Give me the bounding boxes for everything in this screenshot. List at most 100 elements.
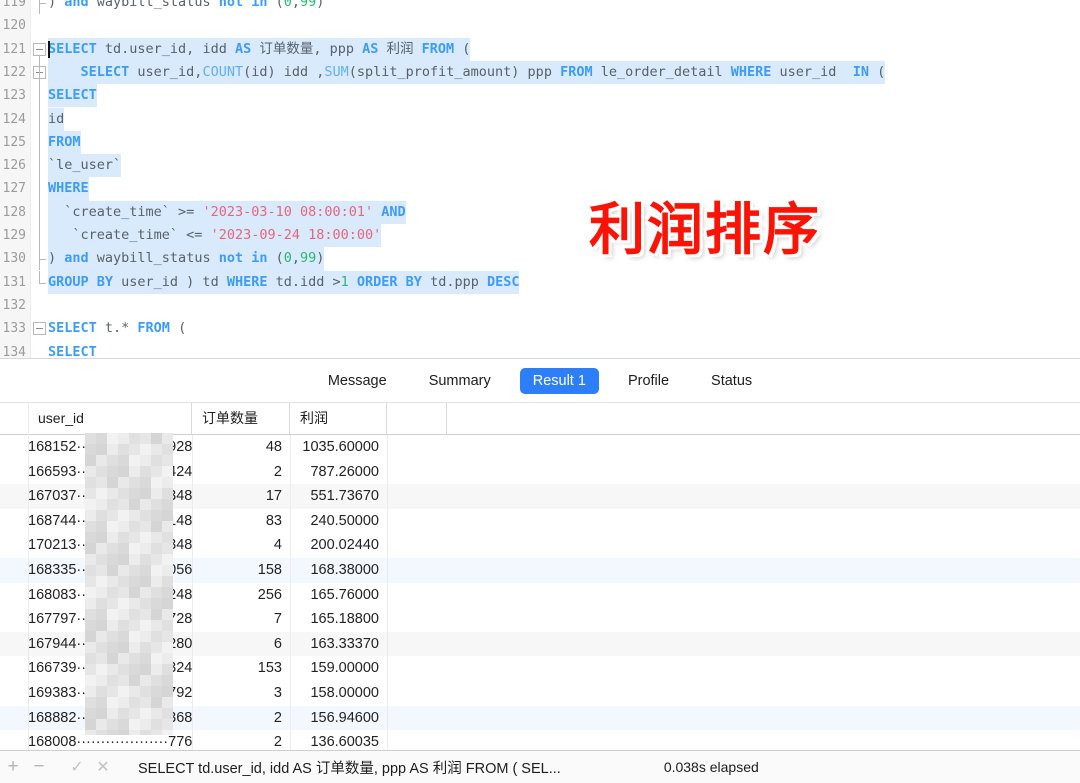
cell-profit[interactable]: 156.94600: [290, 706, 387, 731]
code-line[interactable]: 127 WHERE: [0, 177, 1080, 202]
column-divider: [387, 557, 388, 583]
cell-profit[interactable]: 163.33370: [290, 632, 387, 657]
cell-profit[interactable]: 787.26000: [290, 460, 387, 485]
code-line[interactable]: 128 `create_time` >= '2023-03-10 08:00:0…: [0, 200, 1080, 225]
table-row[interactable]: 168882···················368 2 156.94600: [0, 705, 1080, 731]
table-row[interactable]: 167797···················728 7 165.18800: [0, 607, 1080, 632]
cell-profit[interactable]: 240.50000: [290, 509, 387, 534]
code-line[interactable]: 119) and waybill_status not in (0,99): [0, 0, 1080, 14]
column-header-blank[interactable]: [387, 403, 447, 434]
code-line[interactable]: 122 SELECT user_id,COUNT(id) idd ,SUM(sp…: [0, 60, 1080, 85]
table-row[interactable]: 168083···················248 256 165.76000: [0, 582, 1080, 608]
column-divider: [387, 656, 388, 681]
cell-user_id[interactable]: 168335···················056: [28, 558, 192, 583]
cancel-icon[interactable]: ✕: [90, 757, 116, 777]
cell-user_id[interactable]: 166739···················324: [28, 656, 192, 681]
cell-order_count[interactable]: 2: [192, 730, 290, 751]
code-token: FROM: [48, 133, 81, 150]
grid-body[interactable]: 168152···················928 48 1035.60000…: [0, 435, 1080, 751]
cell-profit[interactable]: 158.00000: [290, 681, 387, 706]
code-text: ) and waybill_status not in (0,99): [48, 0, 324, 14]
cell-order_count[interactable]: 17: [192, 484, 290, 509]
line-number: 128: [2, 204, 26, 220]
column-header-user_id[interactable]: user_id: [28, 403, 192, 434]
code-line[interactable]: 134 SELECT: [0, 341, 1080, 359]
cell-user_id[interactable]: 168152···················928: [28, 435, 192, 460]
code-line[interactable]: 120: [0, 14, 1080, 37]
cell-user_id[interactable]: 168008···················776: [28, 730, 192, 751]
column-divider: [290, 484, 291, 509]
cell-user_id[interactable]: 168744···················148: [28, 509, 192, 534]
table-row[interactable]: 168335···················056 158 168.38000: [0, 557, 1080, 583]
add-row-icon[interactable]: +: [0, 756, 26, 778]
code-line[interactable]: 123 SELECT: [0, 84, 1080, 109]
table-row[interactable]: 170213···················348 4 200.02440: [0, 533, 1080, 558]
line-number: 133: [2, 321, 26, 337]
code-line[interactable]: 121 SELECT td.user_id, idd AS 订单数量, ppp A…: [0, 37, 1080, 61]
cell-user_id[interactable]: 170213···················348: [28, 533, 192, 558]
status-bar: + − ✓ ✕ SELECT td.user_id, idd AS 订单数量, …: [0, 750, 1080, 783]
tab-result-1[interactable]: Result 1: [519, 368, 599, 394]
cell-profit[interactable]: 200.02440: [290, 533, 387, 558]
code-line[interactable]: 129 `create_time` <= '2023-09-24 18:00:0…: [0, 224, 1080, 248]
tab-status[interactable]: Status: [698, 368, 765, 394]
result-grid[interactable]: user_id 订单数量 利润 168152···················9…: [0, 402, 1080, 751]
result-tab-bar[interactable]: Message Summary Result 1 Profile Status: [0, 358, 1080, 403]
cell-profit[interactable]: 165.76000: [290, 583, 387, 608]
cell-user_id[interactable]: 167797···················728: [28, 607, 192, 632]
cell-order_count[interactable]: 153: [192, 656, 290, 681]
table-row[interactable]: 167944···················280 6 163.33370: [0, 631, 1080, 657]
sql-editor-pane[interactable]: 119) and waybill_status not in (0,99) 120…: [0, 0, 1080, 358]
cell-profit[interactable]: 136.60035: [290, 730, 387, 751]
cell-order_count[interactable]: 2: [192, 460, 290, 485]
code-token: DESC: [486, 273, 520, 290]
line-number: 134: [2, 344, 26, 359]
column-header-利润[interactable]: 利润: [290, 403, 387, 434]
table-row[interactable]: 169383···················792 3 158.00000: [0, 680, 1080, 706]
table-row[interactable]: 168744···················148 83 240.50000: [0, 508, 1080, 534]
cell-profit[interactable]: 159.00000: [290, 656, 387, 681]
cell-order_count[interactable]: 158: [192, 558, 290, 583]
fold-collapse-icon[interactable]: [33, 322, 46, 336]
code-line[interactable]: 130) and waybill_status not in (0,99): [0, 247, 1080, 271]
cell-order_count[interactable]: 83: [192, 509, 290, 534]
cell-order_count[interactable]: 4: [192, 533, 290, 558]
cell-order_count[interactable]: 7: [192, 607, 290, 632]
column-header-订单数量[interactable]: 订单数量: [192, 403, 290, 434]
cell-order_count[interactable]: 48: [192, 435, 290, 460]
cell-profit[interactable]: 165.18800: [290, 607, 387, 632]
tab-message[interactable]: Message: [315, 368, 400, 394]
cell-user_id[interactable]: 167944···················280: [28, 632, 192, 657]
cell-order_count[interactable]: 2: [192, 706, 290, 731]
table-row[interactable]: 166593···················424 2 787.26000: [0, 459, 1080, 485]
table-row[interactable]: 166739···················324 153 159.00000: [0, 656, 1080, 681]
confirm-icon[interactable]: ✓: [64, 757, 90, 777]
code-line[interactable]: 124 id: [0, 107, 1080, 132]
tab-profile[interactable]: Profile: [615, 368, 682, 394]
code-line[interactable]: 126 `le_user`: [0, 154, 1080, 179]
cell-order_count[interactable]: 6: [192, 632, 290, 657]
code-line[interactable]: 125 FROM: [0, 130, 1080, 155]
cell-profit[interactable]: 551.73670: [290, 484, 387, 509]
cell-user_id[interactable]: 166593···················424: [28, 460, 192, 485]
table-row[interactable]: 168008···················776 2 136.60035: [0, 730, 1080, 751]
code-area[interactable]: 119) and waybill_status not in (0,99) 120…: [0, 0, 1080, 358]
code-line[interactable]: 133 SELECT t.* FROM (: [0, 317, 1080, 340]
code-line[interactable]: 131 GROUP BY user_id ) td WHERE td.idd >1…: [0, 270, 1080, 294]
fold-guide: [39, 270, 40, 283]
cell-user_id[interactable]: 168083···················248: [28, 583, 192, 608]
tab-summary[interactable]: Summary: [416, 368, 504, 394]
cell-user_id[interactable]: 167037···················348: [28, 484, 192, 509]
code-line[interactable]: 132: [0, 294, 1080, 317]
table-row[interactable]: 168152···················928 48 1035.60000: [0, 435, 1080, 460]
cell-profit[interactable]: 168.38000: [290, 558, 387, 583]
cell-order_count[interactable]: 256: [192, 583, 290, 608]
column-divider: [387, 533, 388, 558]
code-token: AS: [234, 40, 252, 57]
remove-row-icon[interactable]: −: [26, 756, 52, 778]
cell-user_id[interactable]: 169383···················792: [28, 681, 192, 706]
cell-profit[interactable]: 1035.60000: [290, 435, 387, 460]
table-row[interactable]: 167037···················348 17 551.73670: [0, 484, 1080, 509]
cell-user_id[interactable]: 168882···················368: [28, 706, 192, 731]
cell-order_count[interactable]: 3: [192, 681, 290, 706]
